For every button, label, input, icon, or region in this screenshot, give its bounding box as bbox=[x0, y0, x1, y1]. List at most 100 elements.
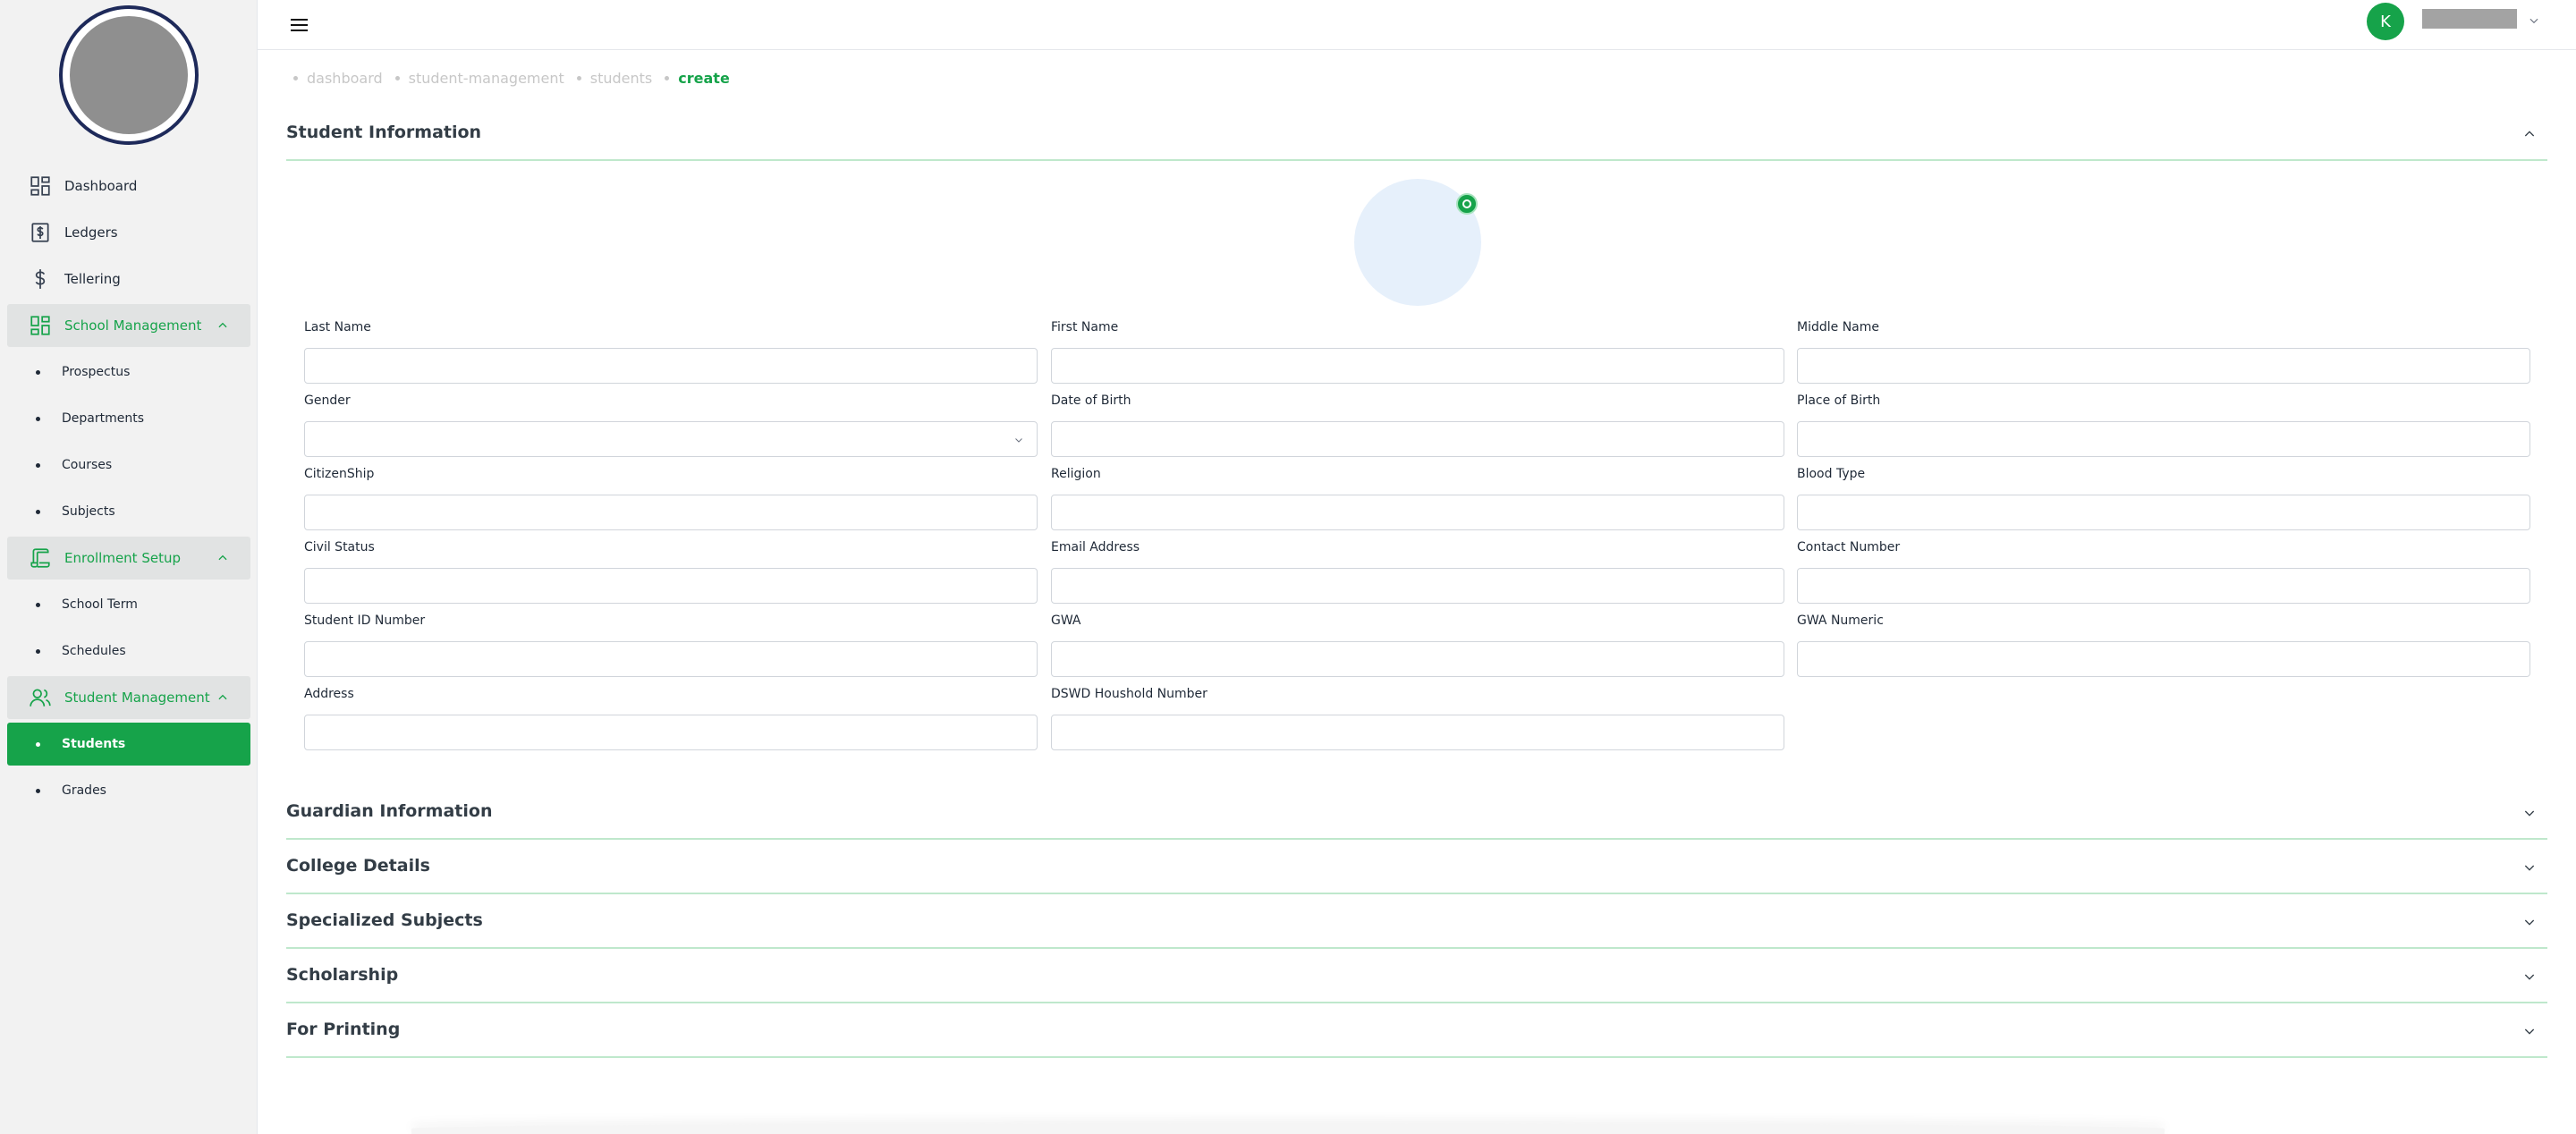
breadcrumb-item-student-management[interactable]: student-management bbox=[394, 70, 564, 87]
breadcrumb-item-create: create bbox=[665, 70, 730, 87]
sidebar-item-label: Grades bbox=[62, 783, 106, 798]
section-title: Student Information bbox=[286, 123, 482, 142]
section-college-details[interactable]: College Details bbox=[286, 839, 2547, 894]
gender-select[interactable] bbox=[304, 421, 1038, 457]
gwa-numeric-field: GWA Numeric bbox=[1797, 614, 2530, 677]
sidebar-item-departments[interactable]: Departments bbox=[7, 397, 250, 440]
sidebar-item-dashboard[interactable]: Dashboard bbox=[7, 165, 250, 207]
civil-status-field: Civil Status bbox=[304, 540, 1038, 604]
sidebar-group-label: Student Management bbox=[64, 690, 210, 706]
sidebar-group-enrollment-setup[interactable]: Enrollment Setup bbox=[7, 537, 250, 580]
section-for-printing[interactable]: For Printing bbox=[286, 1003, 2547, 1058]
user-name-redacted[interactable] bbox=[2422, 9, 2517, 29]
section-student-information[interactable]: Student Information bbox=[286, 106, 2547, 161]
breadcrumb-item-students[interactable]: students bbox=[576, 70, 652, 87]
sidebar-item-schedules[interactable]: Schedules bbox=[7, 630, 250, 673]
chevron-up-icon bbox=[218, 322, 227, 328]
sidebar-group-label: School Management bbox=[64, 317, 202, 334]
sidebar-item-school-term[interactable]: School Term bbox=[7, 583, 250, 626]
email-address-input[interactable] bbox=[1051, 568, 1784, 604]
sidebar-item-courses[interactable]: Courses bbox=[7, 444, 250, 487]
student-id-number-field: Student ID Number bbox=[304, 614, 1038, 677]
section-title: College Details bbox=[286, 856, 430, 876]
dswd-household-number-input[interactable] bbox=[1051, 715, 1784, 750]
chevron-up-icon bbox=[218, 554, 227, 561]
bullet-icon bbox=[576, 76, 581, 80]
sidebar-item-ledgers[interactable]: Ledgers bbox=[7, 211, 250, 254]
bullet-icon bbox=[36, 741, 40, 747]
citizenship-input[interactable] bbox=[304, 495, 1038, 530]
date-of-birth-field: Date of Birth bbox=[1051, 394, 1784, 457]
sidebar-item-prospectus[interactable]: Prospectus bbox=[7, 351, 250, 394]
field-label: First Name bbox=[1051, 320, 1119, 334]
sidebar-item-subjects[interactable]: Subjects bbox=[7, 490, 250, 533]
middle-name-field: Middle Name bbox=[1797, 320, 2530, 384]
avatar-initial: K bbox=[2380, 12, 2391, 31]
field-label: Student ID Number bbox=[304, 614, 426, 628]
gender-field: Gender bbox=[304, 394, 1038, 457]
field-label: GWA Numeric bbox=[1797, 614, 1884, 628]
dollar-icon bbox=[35, 269, 46, 289]
chevron-up-icon bbox=[2524, 131, 2535, 137]
sidebar-group-label: Enrollment Setup bbox=[64, 550, 181, 566]
section-title: Specialized Subjects bbox=[286, 910, 483, 930]
chevron-up-icon bbox=[218, 694, 227, 700]
gwa-input[interactable] bbox=[1051, 641, 1784, 677]
date-of-birth-input[interactable] bbox=[1051, 421, 1784, 457]
field-label: CitizenShip bbox=[304, 467, 375, 481]
sidebar-item-label: Courses bbox=[62, 458, 113, 472]
chevron-down-icon[interactable] bbox=[2528, 14, 2540, 27]
civil-status-input[interactable] bbox=[304, 568, 1038, 604]
last-name-input[interactable] bbox=[304, 348, 1038, 384]
section-title: For Printing bbox=[286, 1020, 401, 1039]
sidebar-group-student-management[interactable]: Student Management bbox=[7, 676, 250, 719]
first-name-input[interactable] bbox=[1051, 348, 1784, 384]
chevron-down-icon bbox=[2524, 810, 2535, 817]
field-label: Last Name bbox=[304, 320, 371, 334]
sidebar-item-tellering[interactable]: Tellering bbox=[7, 258, 250, 300]
field-label: Civil Status bbox=[304, 540, 375, 554]
chevron-down-icon bbox=[2524, 865, 2535, 871]
menu-toggle-icon[interactable] bbox=[284, 11, 313, 39]
contact-number-field: Contact Number bbox=[1797, 540, 2530, 604]
contact-number-input[interactable] bbox=[1797, 568, 2530, 604]
sidebar-group-school-management[interactable]: School Management bbox=[7, 304, 250, 347]
section-title: Guardian Information bbox=[286, 801, 493, 821]
footer-shadow bbox=[411, 1123, 2165, 1134]
field-label: Religion bbox=[1051, 467, 1101, 481]
sidebar-item-students[interactable]: Students bbox=[7, 723, 250, 766]
citizenship-field: CitizenShip bbox=[304, 467, 1038, 530]
dashboard-grid-icon bbox=[30, 176, 50, 196]
middle-name-input[interactable] bbox=[1797, 348, 2530, 384]
bullet-icon bbox=[665, 76, 670, 80]
sidebar-item-label: Subjects bbox=[62, 504, 115, 519]
student-id-number-input[interactable] bbox=[304, 641, 1038, 677]
dashboard-grid-icon bbox=[30, 316, 50, 335]
blood-type-input[interactable] bbox=[1797, 495, 2530, 530]
bullet-icon bbox=[36, 648, 40, 654]
sidebar-item-label: School Term bbox=[62, 597, 138, 612]
address-input[interactable] bbox=[304, 715, 1038, 750]
camera-icon[interactable] bbox=[1456, 193, 1478, 215]
sidebar-item-label: Departments bbox=[62, 411, 145, 426]
place-of-birth-field: Place of Birth bbox=[1797, 394, 2530, 457]
section-specialized-subjects[interactable]: Specialized Subjects bbox=[286, 893, 2547, 949]
first-name-field: First Name bbox=[1051, 320, 1784, 384]
sidebar-item-grades[interactable]: Grades bbox=[7, 769, 250, 812]
place-of-birth-input[interactable] bbox=[1797, 421, 2530, 457]
breadcrumb-item-dashboard[interactable]: dashboard bbox=[293, 70, 383, 87]
dswd-household-number-field: DSWD Houshold Number bbox=[1051, 687, 1784, 750]
user-avatar[interactable]: K bbox=[2367, 3, 2404, 40]
field-label: Place of Birth bbox=[1797, 394, 1881, 408]
last-name-field: Last Name bbox=[304, 320, 1038, 384]
religion-input[interactable] bbox=[1051, 495, 1784, 530]
gwa-numeric-input[interactable] bbox=[1797, 641, 2530, 677]
section-guardian-information[interactable]: Guardian Information bbox=[286, 784, 2547, 840]
sidebar-item-label: Prospectus bbox=[62, 365, 131, 379]
bullet-icon bbox=[36, 788, 40, 793]
ledger-dollar-icon bbox=[31, 223, 49, 242]
field-label: Date of Birth bbox=[1051, 394, 1131, 408]
field-label: Address bbox=[304, 687, 354, 701]
email-address-field: Email Address bbox=[1051, 540, 1784, 604]
section-scholarship[interactable]: Scholarship bbox=[286, 948, 2547, 1003]
